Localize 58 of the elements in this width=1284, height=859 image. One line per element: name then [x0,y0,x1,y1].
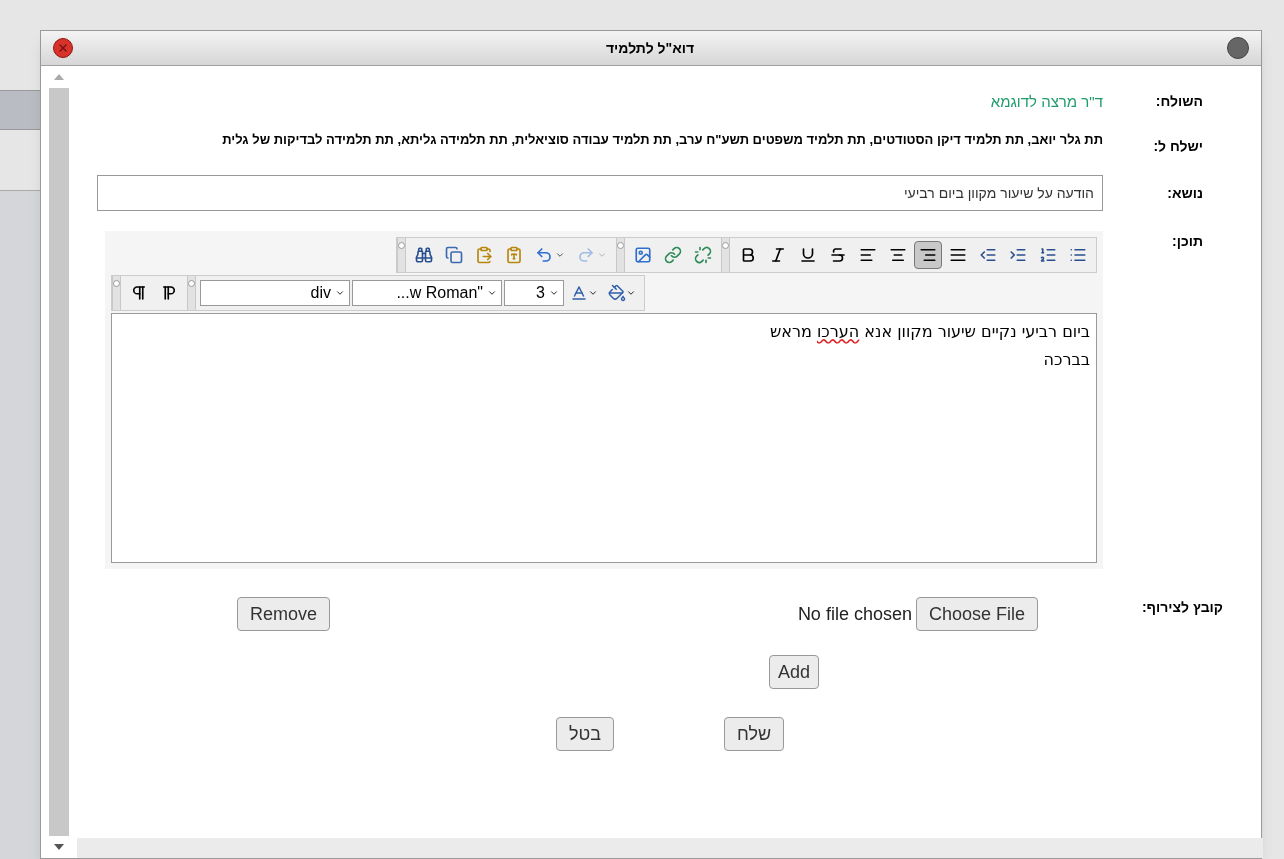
pilcrow-icon [130,284,148,302]
link-icon [664,246,682,264]
paste-word-icon [505,246,523,264]
window-title: דוא"ל לתלמיד [605,38,695,58]
caret-icon [597,250,607,260]
strikethrough-icon [829,246,847,264]
editor-text-line: ביום רביעי נקיים שיעור מקוון אנא הערכו מראש [768,321,1090,343]
align-right-icon [919,246,937,264]
redo-icon [577,246,595,264]
sender-name: ד"ר מרצה לדוגמא [990,92,1103,112]
caret-icon [335,288,345,298]
caret-icon [555,250,565,260]
image-icon [634,246,652,264]
send-button[interactable]: שלח [723,717,785,751]
editor-text-line: בברכה [1042,349,1090,371]
pilcrow-icon [160,284,178,302]
font-dropdown[interactable]: ...w Roman" [352,280,502,306]
editor-body[interactable]: ביום רביעי נקיים שיעור מקוון אנא הערכו מראש בברכה [111,313,1097,563]
indent-icon [1009,246,1027,264]
subject-field[interactable]: הודעה על שיעור מקוון ביום רביעי [97,175,1103,211]
outdent-icon [979,246,997,264]
size-dropdown[interactable]: 3 [504,280,564,306]
field-label: תוכן: [1171,232,1204,251]
format-dropdown[interactable]: div [200,280,350,306]
field-label: ישלח ל: [1152,137,1204,156]
undo-icon [535,246,553,264]
field-label: קובץ לצירוף: [1140,598,1224,617]
paint-bucket-icon [608,284,626,302]
bullet-list-icon [1069,246,1087,264]
field-label: נושא: [1166,183,1204,203]
field-label: השולח: [1154,92,1204,111]
scroll-up-icon [54,74,64,80]
close-button[interactable] [53,38,73,58]
add-button[interactable]: Add [768,655,819,689]
logo-icon [1227,37,1249,59]
remove-button[interactable]: Remove [237,597,331,631]
caret-icon [487,288,497,298]
caret-icon [549,288,559,298]
justify-icon [949,246,967,264]
binoculars-icon [415,246,433,264]
numbered-list-icon [1039,246,1057,264]
recipients-list: תת גלר יואב, תת תלמיד דיקן הסטודטים, תת תלמיד משפטים תשע"ח ערב, תת תלמיד עבודה סוציאלית, תת תלמידה גליתא, תת תלמידה לבדיקות של גלית [133,131,1103,148]
scroll-down-icon [54,844,64,850]
paste-icon [475,246,493,264]
align-center-icon [889,246,907,264]
unlink-icon [694,246,712,264]
italic-icon [769,246,787,264]
align-left-icon [859,246,877,264]
choose-file-button[interactable]: Choose File [915,597,1038,631]
close-icon [57,42,69,54]
cancel-button[interactable]: בטל [555,717,614,751]
copy-icon [445,246,463,264]
text-color-icon [570,284,588,302]
file-status: No file chosen [797,602,912,626]
caret-icon [626,288,636,298]
caret-icon [588,288,598,298]
underline-icon [799,246,817,264]
toolbar-button[interactable] [914,241,942,269]
